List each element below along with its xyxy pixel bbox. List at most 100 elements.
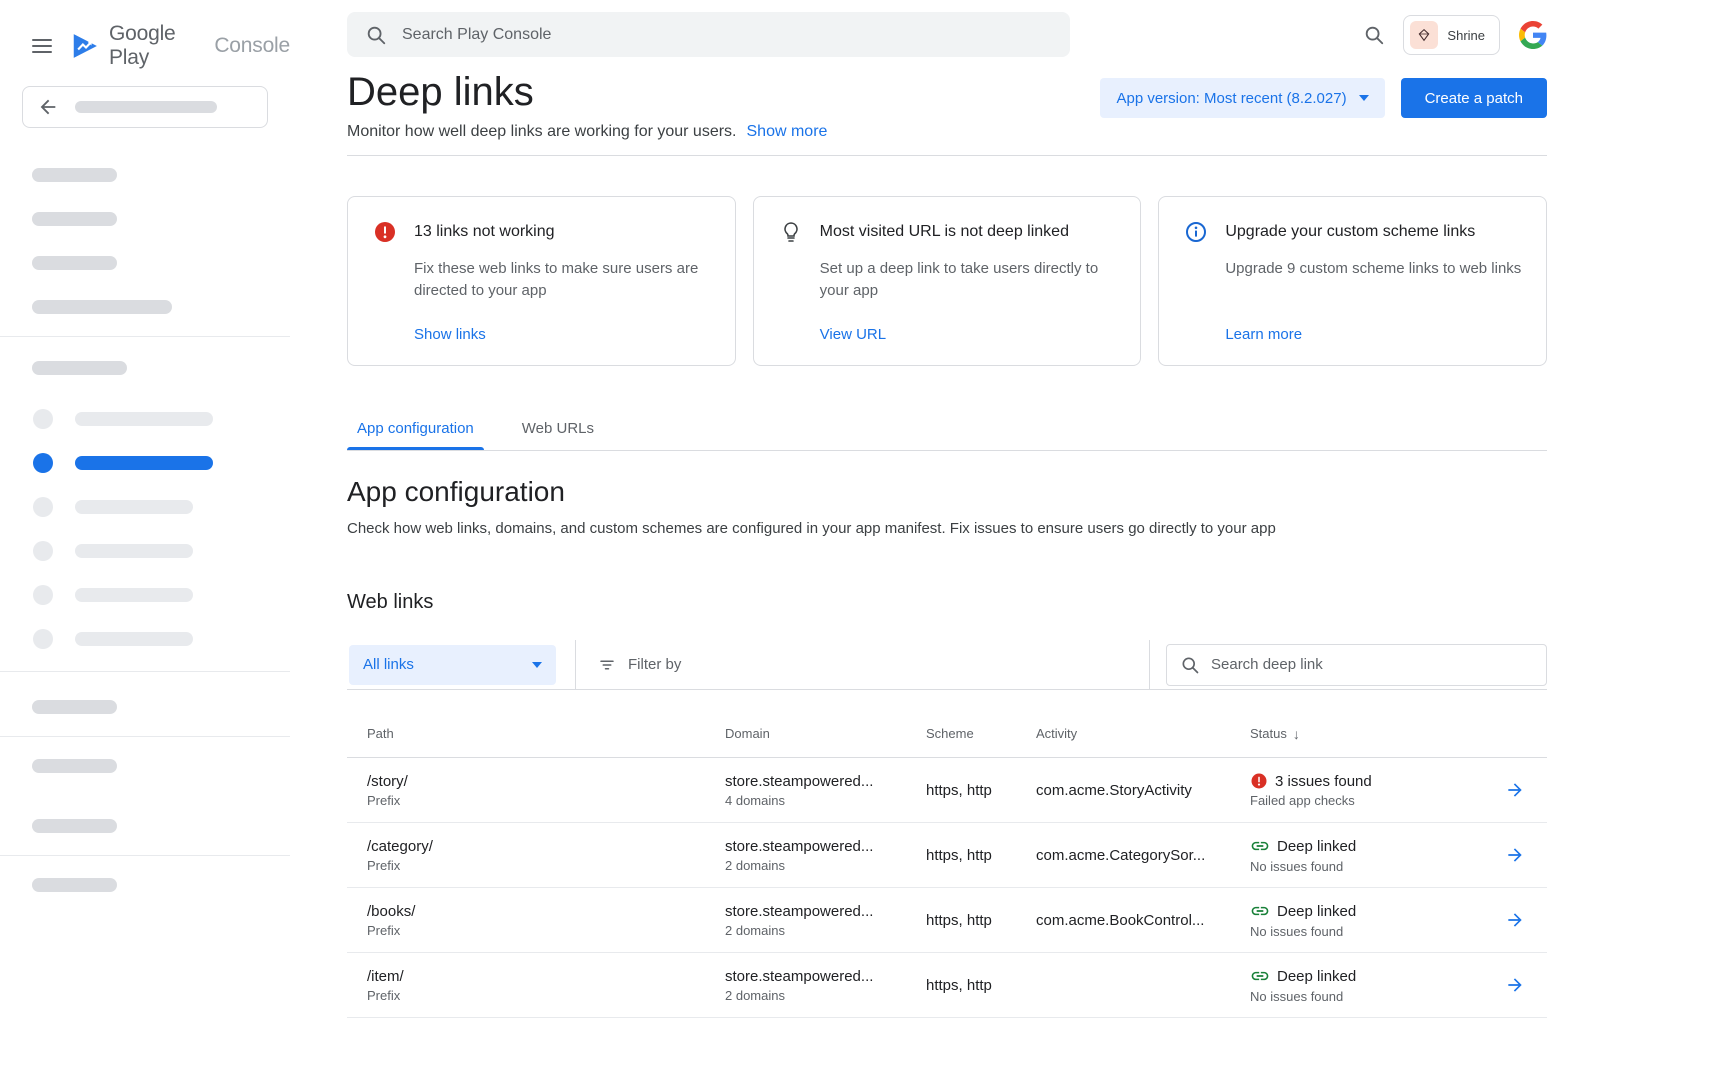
column-header-path[interactable]: Path [347,726,725,741]
back-button[interactable] [22,86,268,128]
play-console-logo[interactable]: Google Play Console [70,22,290,70]
deep-link-icon [1250,966,1270,986]
skeleton-icon [33,497,53,517]
path-type: Prefix [367,858,725,873]
sidebar-nav-item-active[interactable] [0,453,290,473]
status-value: Deep linked [1277,838,1356,855]
shrine-app-icon [1410,21,1438,49]
status-value: 3 issues found [1275,773,1372,790]
search-icon-button[interactable] [1363,24,1385,46]
web-links-title: Web links [347,590,1547,614]
table-row[interactable]: /item/ Prefix store.steampowered... 2 do… [347,953,1547,1018]
view-url-link[interactable]: View URL [820,326,886,343]
sidebar-nav-item[interactable] [0,409,290,429]
sidebar-nav-item[interactable] [0,497,290,517]
tab-web-urls[interactable]: Web URLs [512,406,604,450]
sidebar-nav-item[interactable] [0,585,290,605]
brand-name-primary: Google Play [109,22,208,70]
column-header-scheme[interactable]: Scheme [926,726,1036,741]
scheme-value: https, http [926,912,1036,929]
skeleton-bar [32,168,117,182]
learn-more-link[interactable]: Learn more [1225,326,1302,343]
sidebar-skeleton-group [32,168,290,314]
status-value: Deep linked [1277,968,1356,985]
insight-cards: 13 links not working Fix these web links… [347,196,1547,366]
row-detail-arrow-icon[interactable] [1505,910,1547,930]
skeleton-bar [32,256,117,270]
skeleton-bar [75,412,213,426]
section-title: App configuration [347,475,1547,509]
filter-by-button[interactable]: Filter by [598,656,681,674]
activity-value: com.acme.CategorySor... [1036,847,1250,864]
row-detail-arrow-icon[interactable] [1505,845,1547,865]
domain-value: store.steampowered... [725,968,926,985]
arrow-back-icon [37,96,59,118]
scheme-value: https, http [926,782,1036,799]
global-search-input[interactable] [402,26,1052,44]
sort-descending-icon: ↓ [1293,726,1300,742]
row-detail-arrow-icon[interactable] [1505,975,1547,995]
chevron-down-icon [532,662,542,668]
links-filter-value: All links [363,656,414,673]
deep-link-search-input[interactable] [1211,656,1533,673]
play-console-app: Google Play Console [0,0,1728,1080]
divider [0,671,290,672]
domain-count: 4 domains [725,793,926,808]
lightbulb-icon [778,219,804,245]
skeleton-bar [75,101,217,113]
app-version-dropdown[interactable]: App version: Most recent (8.2.027) [1100,78,1384,118]
google-account-avatar[interactable] [1518,20,1548,50]
sidebar-nav-item[interactable] [0,541,290,561]
search-icon [365,24,387,46]
global-search[interactable] [347,12,1070,57]
path-type: Prefix [367,988,725,1003]
deep-link-search[interactable] [1166,644,1547,686]
app-version-label: App version: Most recent (8.2.027) [1116,90,1346,107]
skeleton-bar [32,700,117,714]
table-row[interactable]: /books/ Prefix store.steampowered... 2 d… [347,888,1547,953]
create-patch-button[interactable]: Create a patch [1401,78,1547,118]
show-links-link[interactable]: Show links [414,326,486,343]
tab-bar: App configuration Web URLs [347,406,1547,451]
path-value: /story/ [367,773,725,790]
search-icon [1180,655,1200,675]
scheme-value: https, http [926,847,1036,864]
skeleton-bar [75,456,213,470]
divider [575,640,576,690]
sidebar-header: Google Play Console [0,0,290,70]
card-body: Upgrade 9 custom scheme links to web lin… [1225,258,1522,280]
sidebar-nav-item[interactable] [0,629,290,649]
table-row[interactable]: /category/ Prefix store.steampowered... … [347,823,1547,888]
app-switcher-chip[interactable]: Shrine [1403,15,1500,55]
page-content: Deep links Monitor how well deep links a… [347,70,1547,1018]
tab-app-configuration[interactable]: App configuration [347,406,484,450]
status-detail: No issues found [1250,859,1487,874]
card-links-not-working: 13 links not working Fix these web links… [347,196,736,366]
card-body: Fix these web links to make sure users a… [414,258,711,302]
skeleton-icon [33,453,53,473]
path-value: /books/ [367,903,725,920]
card-upgrade-scheme-links: Upgrade your custom scheme links Upgrade… [1158,196,1547,366]
app-chip-label: Shrine [1447,28,1485,43]
column-header-domain[interactable]: Domain [725,726,926,741]
status-detail: No issues found [1250,989,1487,1004]
show-more-link[interactable]: Show more [747,122,828,141]
skeleton-bar [32,878,117,892]
domain-value: store.steampowered... [725,773,926,790]
table-row[interactable]: /story/ Prefix store.steampowered... 4 d… [347,758,1547,823]
skeleton-bar [75,544,193,558]
topbar-right: Shrine [1363,13,1548,57]
column-header-activity[interactable]: Activity [1036,726,1250,741]
row-detail-arrow-icon[interactable] [1505,780,1547,800]
filter-icon [598,656,616,674]
links-filter-select[interactable]: All links [349,645,556,685]
column-header-status[interactable]: Status ↓ [1250,726,1487,742]
path-type: Prefix [367,793,725,808]
table-header: Path Domain Scheme Activity Status ↓ [347,710,1547,758]
filter-by-label: Filter by [628,656,681,673]
card-most-visited-url: Most visited URL is not deep linked Set … [753,196,1142,366]
sidebar: Google Play Console [0,0,290,1080]
activity-value: com.acme.StoryActivity [1036,782,1250,799]
menu-icon[interactable] [30,34,54,58]
skeleton-bar [75,588,193,602]
